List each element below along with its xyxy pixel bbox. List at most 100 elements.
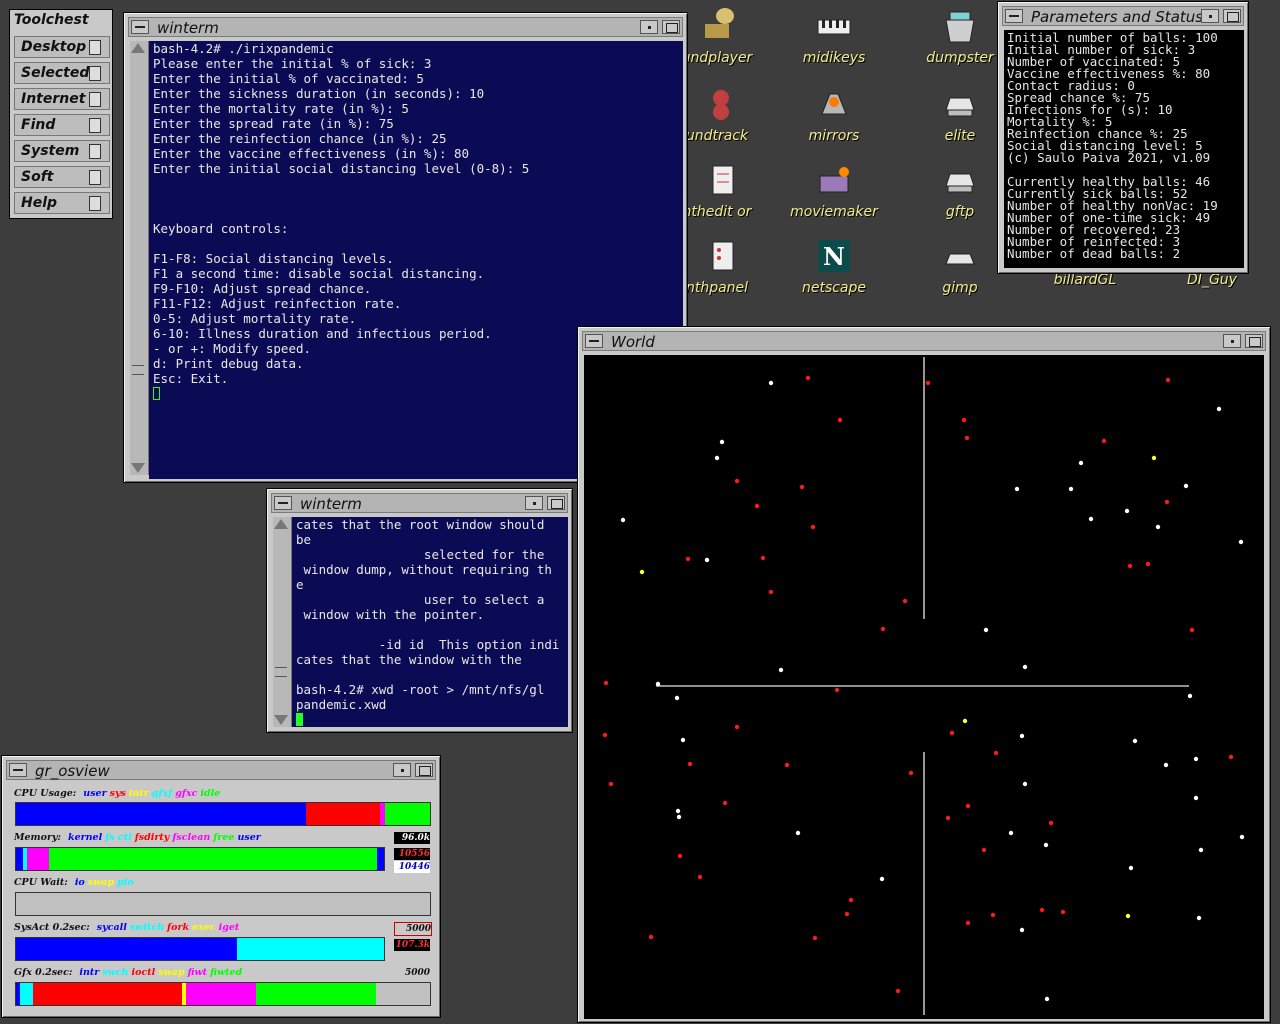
sick-ball xyxy=(990,912,996,918)
minimize-button[interactable] xyxy=(1223,334,1241,348)
synth-panel-icon xyxy=(712,241,734,271)
params-window[interactable]: Parameters and Status Initial number of … xyxy=(997,1,1249,274)
cpu-usage-bar xyxy=(15,802,431,826)
maximize-button[interactable] xyxy=(1245,334,1263,348)
bar-segment xyxy=(185,983,257,1005)
toolchest-item-soft[interactable]: Soft xyxy=(14,166,110,188)
toolchest-item-desktop[interactable]: Desktop xyxy=(14,36,110,58)
desktop-icon-gftp[interactable]: gftp xyxy=(915,160,1005,220)
window-menu-button[interactable] xyxy=(274,496,292,510)
bar-segment xyxy=(49,848,377,870)
midikeys-icon xyxy=(817,19,851,35)
desktop-icon-diguy[interactable]: DI_Guy xyxy=(1167,272,1257,288)
desktop-icon-gimp[interactable]: gimp xyxy=(915,236,1005,296)
sick-ball xyxy=(902,598,908,604)
sick-ball xyxy=(1127,563,1133,569)
dumpster-icon xyxy=(945,11,975,43)
sysact-value-b: 107.3k xyxy=(394,939,430,951)
toolchest-item-system[interactable]: System xyxy=(14,140,110,162)
scroll-up-icon[interactable] xyxy=(274,519,288,529)
tear-off-icon xyxy=(89,196,101,211)
sick-ball xyxy=(608,781,614,787)
winterm-small-window[interactable]: winterm cates that the root window shoul… xyxy=(266,488,573,733)
desktop-icon-billardgl[interactable]: billardGL xyxy=(1040,272,1130,288)
sick-ball xyxy=(993,750,999,756)
maximize-button[interactable] xyxy=(547,496,565,510)
gftp-icon xyxy=(945,173,975,193)
maximize-button[interactable] xyxy=(415,763,433,777)
legend-item: free xyxy=(213,832,235,843)
toolchest-item-help[interactable]: Help xyxy=(14,192,110,214)
scroll-up-icon[interactable] xyxy=(131,43,145,53)
scroll-thumb[interactable] xyxy=(132,365,144,375)
window-menu-button[interactable] xyxy=(131,20,149,34)
terminal-line: Enter the initial social distancing leve… xyxy=(153,161,530,176)
healthy-ball xyxy=(655,681,661,687)
window-menu-button[interactable] xyxy=(1005,9,1023,23)
world-titlebar[interactable]: World xyxy=(582,331,1266,351)
winterm-main-titlebar[interactable]: winterm xyxy=(128,17,683,37)
world-window[interactable]: World xyxy=(577,326,1271,1023)
minimize-button[interactable] xyxy=(1201,9,1219,23)
terminal-line: Enter the spread rate (in %): 75 xyxy=(153,116,394,131)
sick-ball xyxy=(965,803,971,809)
terminal-line: Enter the initial % of vaccinated: 5 xyxy=(153,71,424,86)
legend-item: iget xyxy=(218,922,240,933)
scroll-down-icon[interactable] xyxy=(274,715,288,725)
winterm-small-titlebar[interactable]: winterm xyxy=(271,493,568,513)
desktop-icon-mirrors[interactable]: mirrors xyxy=(789,84,879,144)
desktop-icon-midikeys[interactable]: midikeys xyxy=(789,6,879,66)
toolchest-item-find[interactable]: Find xyxy=(14,114,110,136)
gfx-bar xyxy=(15,982,431,1006)
legend-item: kernel xyxy=(67,832,103,843)
osview-window[interactable]: gr_osview CPU Usage: user sys intr gfxf gfxc i… xyxy=(1,755,441,1018)
desktop-icon-elite[interactable]: elite xyxy=(915,84,1005,144)
bar-segment xyxy=(236,938,384,960)
terminal-line: F1 a second time: disable social distanc… xyxy=(153,266,485,281)
minimize-button[interactable] xyxy=(393,763,411,777)
sick-ball xyxy=(784,762,790,768)
terminal-cursor xyxy=(296,713,303,726)
maximize-button[interactable] xyxy=(1223,9,1241,23)
cpu-wait-bar xyxy=(15,892,431,916)
sick-ball xyxy=(844,911,850,917)
winterm-small-text[interactable]: cates that the root window should be sele… xyxy=(292,517,568,727)
desktop-icon-dumpster[interactable]: dumpster xyxy=(915,6,1005,66)
healthy-ball xyxy=(719,439,725,445)
legend-item: intr xyxy=(128,788,149,799)
sick-ball xyxy=(1039,907,1045,913)
healthy-ball xyxy=(1155,524,1161,530)
desktop-icon-netscape[interactable]: N netscape xyxy=(789,236,879,296)
sick-ball xyxy=(677,853,683,859)
cpu-usage-label: CPU Usage: user sys intr gfxf gfxc idle xyxy=(14,788,221,799)
healthy-ball xyxy=(983,627,989,633)
maximize-button[interactable] xyxy=(662,20,680,34)
mirrors-icon xyxy=(821,93,847,115)
osview-titlebar[interactable]: gr_osview xyxy=(6,760,436,780)
memory-label: Memory: kernel fs ctl fsdirty fsclean free use… xyxy=(14,832,261,843)
desktop-icon-moviemaker[interactable]: moviemaker xyxy=(789,160,879,220)
sick-ball xyxy=(722,800,728,806)
window-title: winterm xyxy=(157,19,219,37)
minimize-button[interactable] xyxy=(525,496,543,510)
sick-ball xyxy=(949,730,955,736)
healthy-ball xyxy=(676,814,682,820)
minimize-button[interactable] xyxy=(640,20,658,34)
winterm-main-scrollbar[interactable] xyxy=(130,41,149,475)
winterm-small-scrollbar[interactable] xyxy=(273,517,292,727)
scroll-down-icon[interactable] xyxy=(131,463,145,473)
legend-item: sycall xyxy=(96,922,127,933)
params-titlebar[interactable]: Parameters and Status xyxy=(1002,6,1244,26)
toolchest-item-internet[interactable]: Internet xyxy=(14,88,110,110)
healthy-ball xyxy=(1216,406,1222,412)
window-menu-button[interactable] xyxy=(585,334,603,348)
tear-off-icon xyxy=(89,118,101,133)
window-menu-button[interactable] xyxy=(9,763,27,777)
sick-ball xyxy=(1060,909,1066,915)
world-canvas[interactable] xyxy=(584,355,1264,1019)
scroll-thumb[interactable] xyxy=(275,667,287,677)
vaccinated-ball xyxy=(1151,455,1157,461)
sick-ball xyxy=(810,524,816,530)
healthy-ball xyxy=(778,667,784,673)
toolchest-item-selected[interactable]: Selected xyxy=(14,62,110,84)
